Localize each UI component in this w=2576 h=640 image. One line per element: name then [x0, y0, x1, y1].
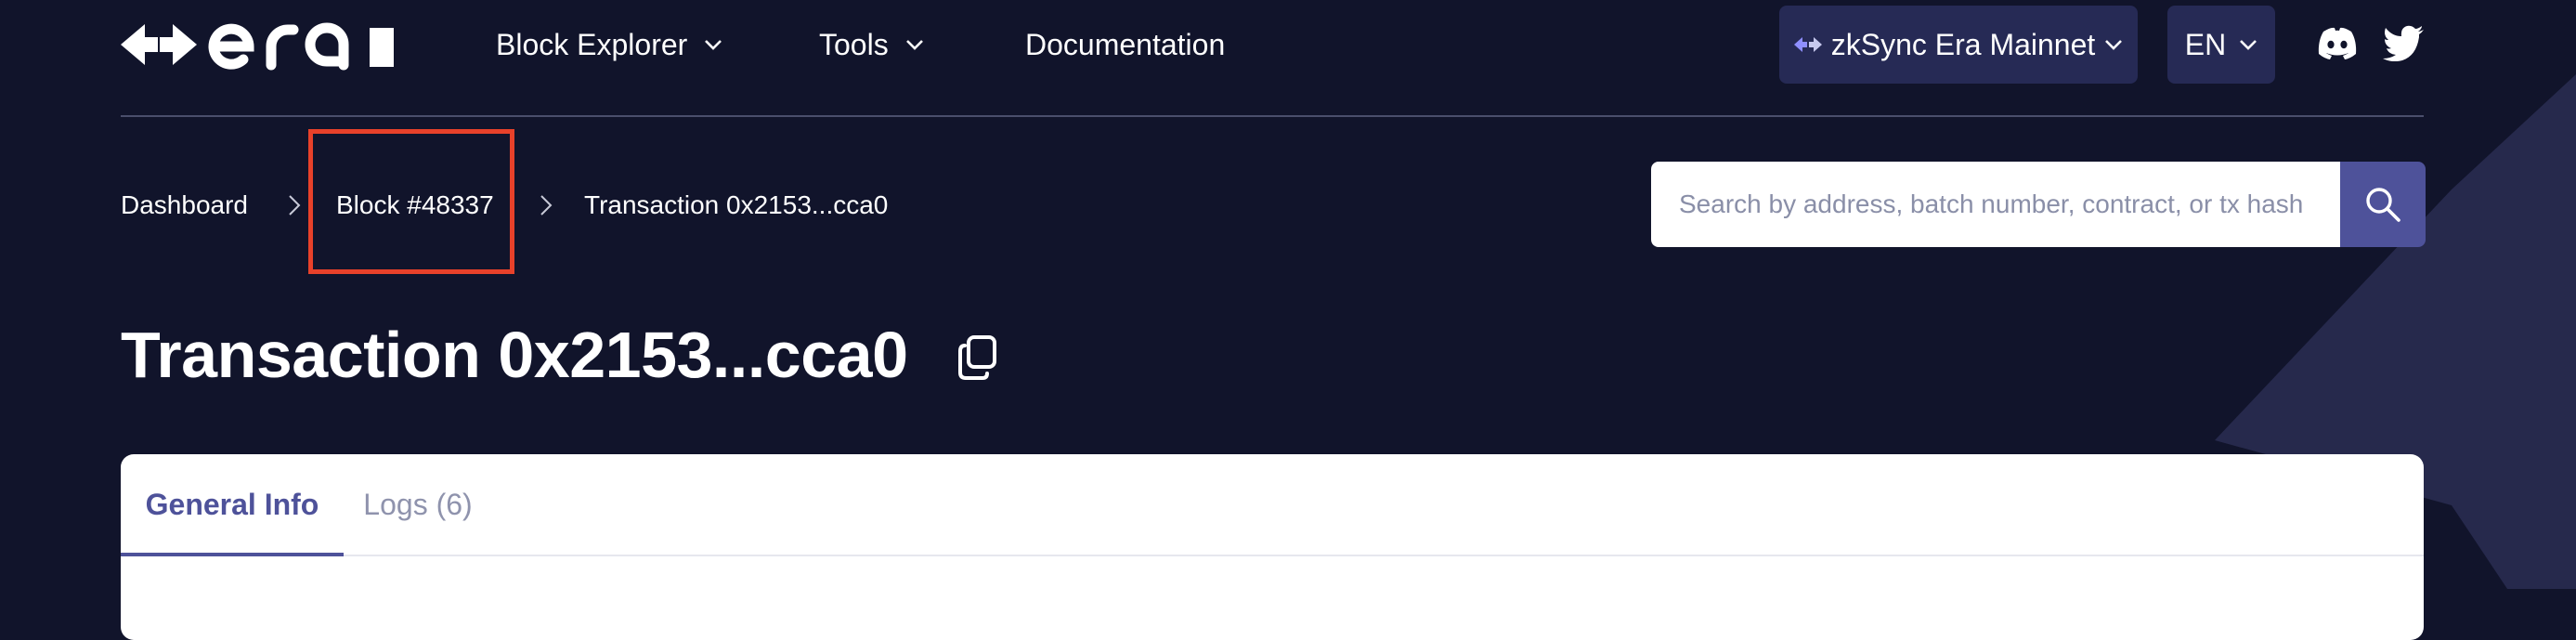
tab-logs[interactable]: Logs (6)	[344, 454, 492, 555]
chevron-down-icon	[705, 40, 722, 50]
chevron-right-icon	[289, 195, 301, 216]
era-logo[interactable]	[121, 19, 399, 71]
nav-tools-label: Tools	[819, 28, 889, 61]
tab-logs-label: Logs (6)	[363, 488, 473, 521]
tab-bar: General Info Logs (6)	[121, 454, 2424, 556]
active-tab-indicator	[121, 553, 344, 556]
chevron-down-icon	[2105, 40, 2123, 50]
tab-general-info[interactable]: General Info	[121, 454, 344, 556]
search-bar	[1651, 162, 2426, 247]
search-button[interactable]	[2340, 162, 2426, 247]
discord-icon[interactable]	[2316, 24, 2359, 61]
twitter-icon[interactable]	[2383, 24, 2426, 61]
chevron-down-icon	[905, 40, 923, 50]
breadcrumb-transaction: Transaction 0x2153...cca0	[584, 190, 889, 219]
page-title: Transaction 0x2153...cca0	[121, 319, 908, 391]
nav-block-explorer-label: Block Explorer	[496, 28, 688, 61]
nav-tools[interactable]: Tools	[819, 26, 924, 63]
nav-block-explorer[interactable]: Block Explorer	[496, 26, 722, 63]
header-divider	[121, 115, 2424, 117]
transaction-card: General Info Logs (6)	[121, 454, 2424, 640]
breadcrumb-dashboard[interactable]: Dashboard	[121, 187, 248, 224]
tab-general-info-label: General Info	[145, 488, 319, 521]
breadcrumb-block[interactable]: Block #48337	[336, 187, 494, 224]
network-label: zkSync Era Mainnet	[1830, 27, 2096, 61]
language-selector[interactable]: EN	[2167, 6, 2275, 84]
nav-documentation[interactable]: Documentation	[1025, 26, 1225, 63]
search-input[interactable]	[1651, 162, 2340, 247]
chevron-down-icon	[2240, 40, 2257, 50]
copy-icon[interactable]	[956, 334, 999, 381]
chevron-right-icon	[540, 195, 553, 216]
search-icon	[2366, 188, 2400, 222]
language-label: EN	[2184, 27, 2227, 61]
zksync-arrows-icon	[1793, 37, 1822, 52]
network-selector[interactable]: zkSync Era Mainnet	[1779, 6, 2138, 84]
nav-documentation-label: Documentation	[1025, 28, 1226, 61]
